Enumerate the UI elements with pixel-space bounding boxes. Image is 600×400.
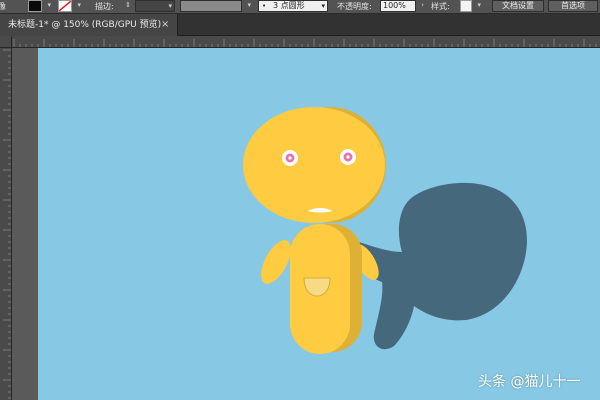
head [243, 107, 385, 223]
artwork-canvas [243, 107, 527, 354]
left-eye-highlight [288, 156, 292, 160]
character-figure[interactable] [243, 107, 386, 354]
right-eye-highlight [346, 155, 350, 159]
watermark-text: 头条 @猫儿十一 [478, 374, 581, 390]
